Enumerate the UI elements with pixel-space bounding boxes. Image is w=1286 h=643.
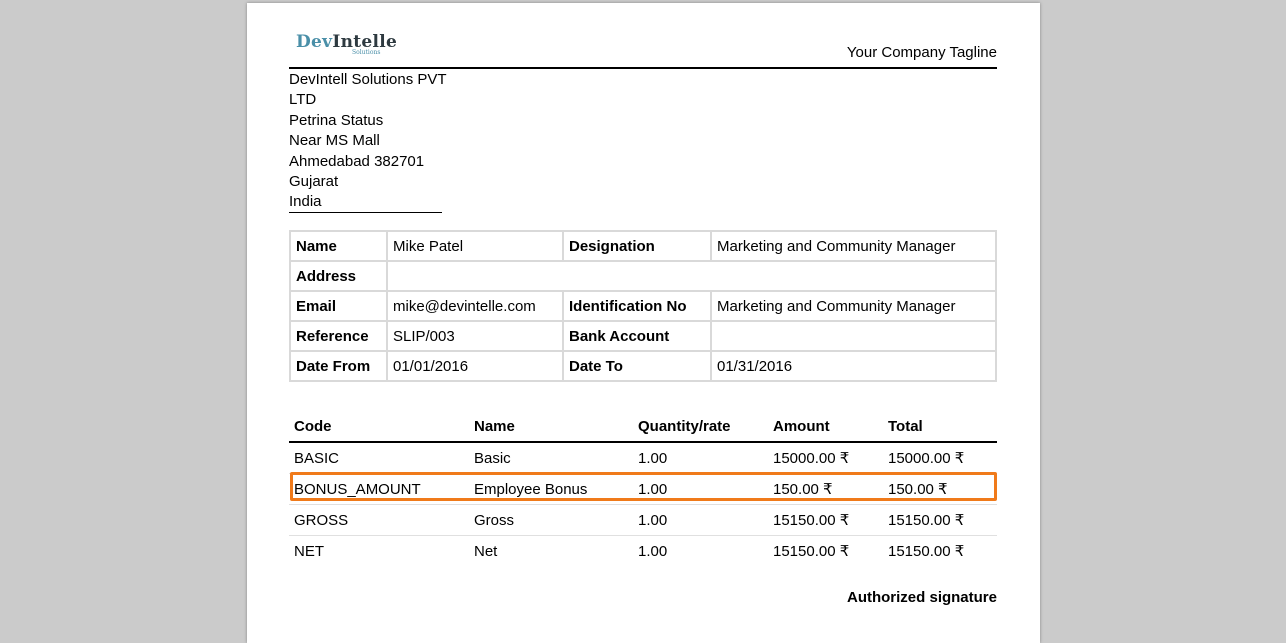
designation-label: Designation [562, 230, 712, 262]
authorized-signature: Authorized signature [846, 589, 997, 606]
line-quantity: 1.00 [633, 535, 768, 566]
table-row: NET Net 1.00 15150.00 ₹ 15150.00 ₹ [289, 535, 997, 566]
table-row: Name Mike Patel Designation Marketing an… [289, 230, 997, 262]
address-line: Gujarat [289, 173, 339, 191]
line-quantity: 1.00 [633, 504, 768, 536]
company-address: DevIntell Solutions PVT LTD Petrina Stat… [289, 70, 449, 213]
column-header-amount: Amount [768, 411, 883, 443]
table-row: BASIC Basic 1.00 15000.00 ₹ 15000.00 ₹ [289, 442, 997, 474]
line-amount: 150.00 ₹ [768, 473, 883, 505]
salary-lines-table: Code Name Quantity/rate Amount Total BAS… [289, 411, 997, 566]
logo-subtitle: Solutions [352, 49, 381, 56]
date-to-value: 01/31/2016 [710, 350, 997, 382]
employee-info-table: Name Mike Patel Designation Marketing an… [289, 230, 997, 382]
address-label: Address [289, 260, 388, 292]
line-name: Employee Bonus [469, 473, 633, 505]
table-row: GROSS Gross 1.00 15150.00 ₹ 15150.00 ₹ [289, 504, 997, 536]
line-amount: 15150.00 ₹ [768, 504, 883, 536]
column-header-code: Code [289, 411, 469, 443]
line-code: BASIC [294, 449, 340, 467]
table-row: Date From 01/01/2016 Date To 01/31/2016 [289, 350, 997, 382]
table-row: Address [289, 260, 997, 292]
address-line: Near MS Mall [289, 132, 380, 150]
date-to-label: Date To [562, 350, 712, 382]
line-code: BONUS_AMOUNT [289, 473, 469, 505]
line-total: 15150.00 ₹ [883, 535, 997, 566]
bank-account-value [710, 320, 997, 352]
bank-account-label: Bank Account [562, 320, 712, 352]
designation-value: Marketing and Community Manager [710, 230, 997, 262]
column-header-name: Name [469, 411, 633, 443]
table-row: BONUS_AMOUNT Employee Bonus 1.00 150.00 … [289, 473, 997, 505]
address-line: Ahmedabad 382701 [289, 152, 425, 170]
column-header-quantity: Quantity/rate [633, 411, 768, 443]
reference-value: SLIP/003 [386, 320, 564, 352]
email-label: Email [289, 290, 388, 322]
address-line: DevIntell Solutions PVT [289, 71, 447, 88]
column-header-total: Total [883, 411, 997, 443]
reference-label: Reference [289, 320, 388, 352]
address-line: India [289, 193, 322, 211]
line-quantity: 1.00 [638, 449, 668, 467]
table-header-row: Code Name Quantity/rate Amount Total [289, 411, 997, 443]
name-label: Name [289, 230, 388, 262]
address-underline [289, 212, 442, 213]
line-total: 15150.00 ₹ [883, 504, 997, 536]
table-row: Reference SLIP/003 Bank Account [289, 320, 997, 352]
line-total: 15000.00 ₹ [888, 450, 965, 467]
address-line: Petrina Status [289, 111, 384, 129]
table-row: Email mike@devintelle.com Identification… [289, 290, 997, 322]
identification-value: Marketing and Community Manager [710, 290, 997, 322]
identification-label: Identification No [562, 290, 712, 322]
line-code: GROSS [289, 504, 469, 536]
email-value: mike@devintelle.com [386, 290, 564, 322]
line-code: NET [289, 535, 469, 566]
line-name: Gross [469, 504, 633, 536]
address-line: LTD [289, 91, 317, 109]
company-tagline: Your Company Tagline [846, 44, 997, 61]
line-name: Basic [474, 449, 511, 467]
line-total: 150.00 ₹ [883, 473, 997, 505]
date-from-label: Date From [289, 350, 388, 382]
line-name: Net [469, 535, 633, 566]
name-value: Mike Patel [386, 230, 564, 262]
line-amount: 15000.00 ₹ [773, 450, 850, 467]
line-quantity: 1.00 [633, 473, 768, 505]
address-value [386, 260, 997, 292]
payslip-page: DevIntelle Solutions Your Company Taglin… [247, 3, 1040, 643]
header-divider [289, 67, 997, 69]
date-from-value: 01/01/2016 [386, 350, 564, 382]
company-logo: DevIntelle [296, 32, 398, 52]
line-amount: 15150.00 ₹ [768, 535, 883, 566]
